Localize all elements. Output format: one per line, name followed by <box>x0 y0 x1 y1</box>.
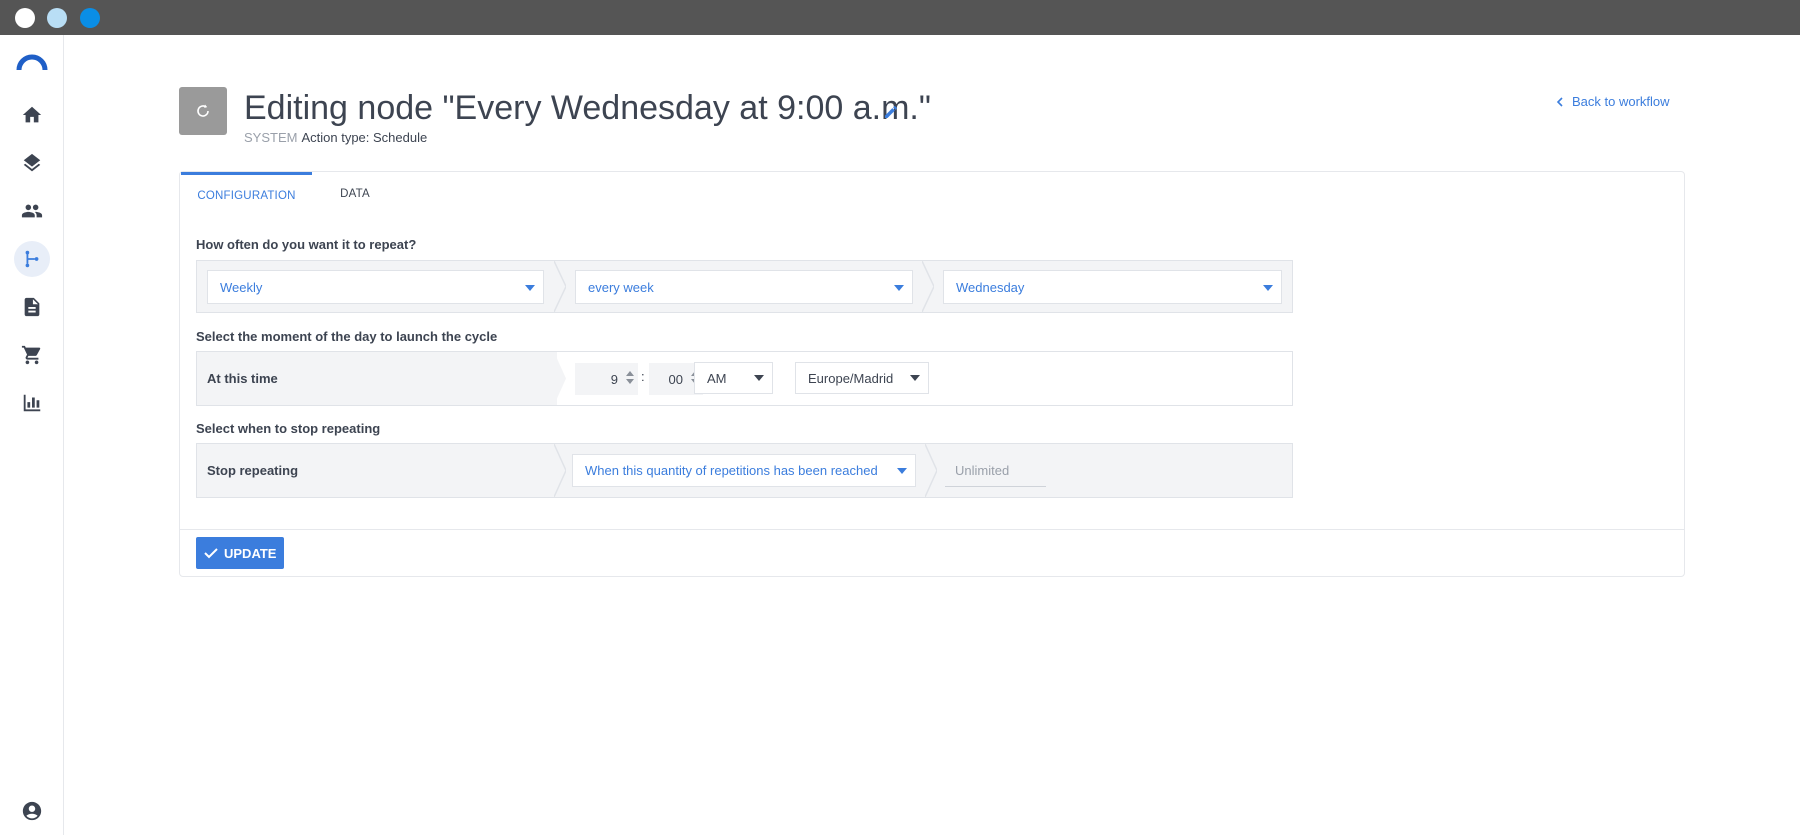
workflow-icon <box>25 250 39 268</box>
minute-value: 00 <box>668 371 683 387</box>
stop-condition-select[interactable]: When this quantity of repetitions has be… <box>572 454 916 487</box>
chevron-left-icon <box>1556 96 1563 107</box>
chevron-separator <box>554 444 566 497</box>
repeat-question: How often do you want it to repeat? <box>196 237 417 252</box>
sidebar-item-workflows[interactable] <box>14 241 50 277</box>
chevron-down-icon <box>910 375 920 381</box>
back-link-label: Back to workflow <box>1572 94 1670 109</box>
window-maximize-button[interactable] <box>80 8 100 28</box>
window-titlebar <box>0 0 1800 35</box>
frequency-select[interactable]: Weekly <box>207 270 544 304</box>
chevron-separator <box>554 352 566 405</box>
system-label: SYSTEM <box>244 130 298 145</box>
day-select[interactable]: Wednesday <box>943 270 1282 304</box>
tab-configuration[interactable]: CONFIGURATION <box>181 172 312 216</box>
update-button[interactable]: UPDATE <box>196 537 285 569</box>
sidebar-item-home[interactable] <box>14 97 50 133</box>
chevron-separator <box>554 261 566 312</box>
time-label: At this time <box>197 352 557 405</box>
schedule-node-icon <box>179 87 227 135</box>
sidebar-item-documents[interactable] <box>14 289 50 325</box>
bar-chart-icon <box>23 394 41 412</box>
window-close-button[interactable] <box>15 8 35 28</box>
chevron-down-icon <box>897 468 907 474</box>
window-minimize-button[interactable] <box>47 8 67 28</box>
chevron-separator <box>925 444 937 497</box>
pencil-icon[interactable] <box>883 104 899 120</box>
update-button-label: UPDATE <box>224 545 277 561</box>
node-config-card: CONFIGURATION DATA How often do you want… <box>179 171 1685 577</box>
sidebar-item-layers[interactable] <box>14 145 50 181</box>
meridiem-select[interactable]: AM <box>694 362 773 394</box>
document-icon <box>24 297 40 317</box>
time-separator: : <box>641 369 645 384</box>
hour-value: 9 <box>610 371 618 387</box>
chevron-down-icon <box>894 285 904 291</box>
account-icon <box>22 801 42 821</box>
check-icon <box>204 548 218 559</box>
stop-question: Select when to stop repeating <box>196 421 381 436</box>
stop-row: Stop repeating When this quantity of rep… <box>196 443 1293 498</box>
card-divider <box>180 529 1684 530</box>
interval-value: every week <box>588 279 654 295</box>
hour-stepper[interactable]: 9 <box>575 363 638 395</box>
time-row: At this time 9 : 00 AM Europe/Madrid <box>196 351 1293 406</box>
cart-icon <box>21 345 41 365</box>
home-icon <box>22 106 42 123</box>
timezone-value: Europe/Madrid <box>808 370 894 386</box>
timezone-select[interactable]: Europe/Madrid <box>795 362 929 394</box>
back-to-workflow-link[interactable]: Back to workflow <box>1556 94 1670 109</box>
stop-condition-value: When this quantity of repetitions has be… <box>585 463 878 478</box>
chevron-down-icon <box>754 375 764 381</box>
meridiem-value: AM <box>707 370 727 386</box>
sidebar-item-users[interactable] <box>14 193 50 229</box>
day-value: Wednesday <box>956 279 1025 295</box>
repeat-row: Weekly every week Wednesday <box>196 260 1293 313</box>
chevron-down-icon <box>525 285 535 291</box>
chevron-down-icon <box>1263 285 1273 291</box>
page-title: Editing node "Every Wednesday at 9:00 a.… <box>244 89 931 127</box>
sidebar <box>0 35 64 835</box>
layers-icon <box>23 153 41 172</box>
app-logo-icon[interactable] <box>16 53 48 71</box>
people-icon <box>21 204 43 218</box>
stop-label: Stop repeating <box>197 444 557 497</box>
tab-data[interactable]: DATA <box>320 172 390 216</box>
sidebar-item-account[interactable] <box>14 793 50 829</box>
sidebar-item-reports[interactable] <box>14 385 50 421</box>
frequency-value: Weekly <box>220 279 263 295</box>
interval-select[interactable]: every week <box>575 270 913 304</box>
chevron-separator <box>922 261 934 312</box>
refresh-icon <box>197 104 209 117</box>
sidebar-item-cart[interactable] <box>14 337 50 373</box>
repetition-limit-input[interactable]: Unlimited <box>945 455 1046 487</box>
node-subtitle: SYSTEM Action type: Schedule <box>244 130 427 145</box>
action-type: Action type: Schedule <box>301 130 428 145</box>
time-question: Select the moment of the day to launch t… <box>196 329 498 344</box>
stepper-arrows-icon[interactable] <box>626 371 634 384</box>
